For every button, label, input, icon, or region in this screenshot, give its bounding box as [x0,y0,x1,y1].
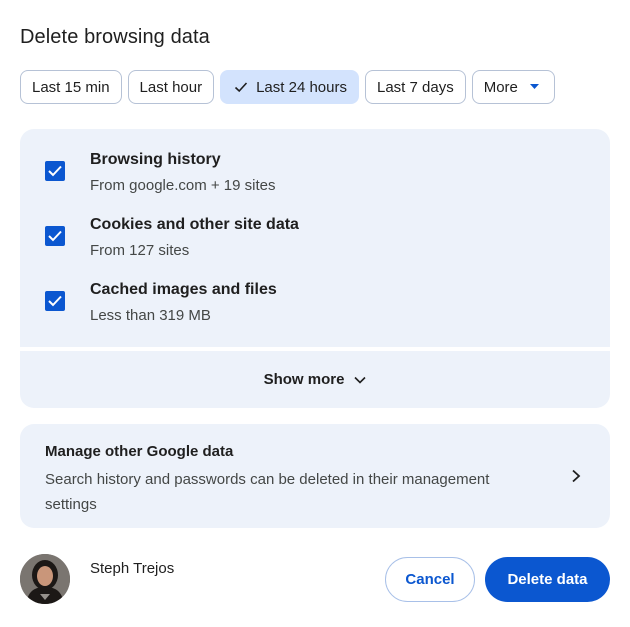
data-type-label: Cookies and other site data [90,216,299,233]
delete-browsing-data-dialog: Delete browsing data Last 15 min Last ho… [0,0,630,627]
show-more-label: Show more [263,371,345,388]
data-type-browsing-history[interactable]: Browsing history From google.com + 19 si… [20,151,610,201]
chip-more-dropdown[interactable]: More [471,70,555,104]
cancel-button[interactable]: Cancel [385,557,475,602]
chip-last-15-min[interactable]: Last 15 min [20,70,122,104]
caret-down-icon [529,84,539,89]
data-type-detail: From google.com + 19 sites [90,177,276,194]
data-type-cached-images[interactable]: Cached images and files Less than 319 MB [20,281,610,331]
user-photo [20,554,70,604]
delete-data-button[interactable]: Delete data [485,557,610,602]
chip-label: Last 15 min [32,78,110,96]
check-icon [235,82,248,93]
time-range-chips: Last 15 min Last hour Last 24 hours Last… [20,70,561,104]
data-type-label: Browsing history [90,151,221,168]
data-type-label: Cached images and files [90,281,277,298]
data-type-detail: Less than 319 MB [90,307,211,324]
account-name: Steph Trejos [90,560,175,577]
chip-last-7-days[interactable]: Last 7 days [365,70,466,104]
show-more-button[interactable]: Show more [20,351,610,408]
data-type-cookies[interactable]: Cookies and other site data From 127 sit… [20,216,610,266]
chip-last-hour[interactable]: Last hour [127,70,215,104]
checkmark-icon [48,165,62,177]
chip-label: Last 7 days [377,78,454,96]
chevron-right-icon [572,469,581,483]
checkmark-icon [48,230,62,242]
chip-last-24-hours[interactable]: Last 24 hours [220,70,359,104]
data-type-detail: From 127 sites [90,242,190,259]
manage-other-google-data[interactable]: Manage other Google data Search history … [20,424,610,528]
avatar [20,554,70,604]
chip-label: More [483,78,518,96]
data-types-panel: Browsing history From google.com + 19 si… [20,129,610,347]
chevron-down-icon [354,376,366,384]
chip-label: Last 24 hours [256,78,347,96]
cookies-checkbox[interactable] [45,226,65,246]
cached-images-checkbox[interactable] [45,291,65,311]
manage-description: Search history and passwords can be dele… [45,471,490,513]
dialog-title: Delete browsing data [20,26,210,48]
chip-label: Last hour [139,78,203,96]
manage-title: Manage other Google data [45,443,234,460]
checkmark-icon [48,295,62,307]
browsing-history-checkbox[interactable] [45,161,65,181]
